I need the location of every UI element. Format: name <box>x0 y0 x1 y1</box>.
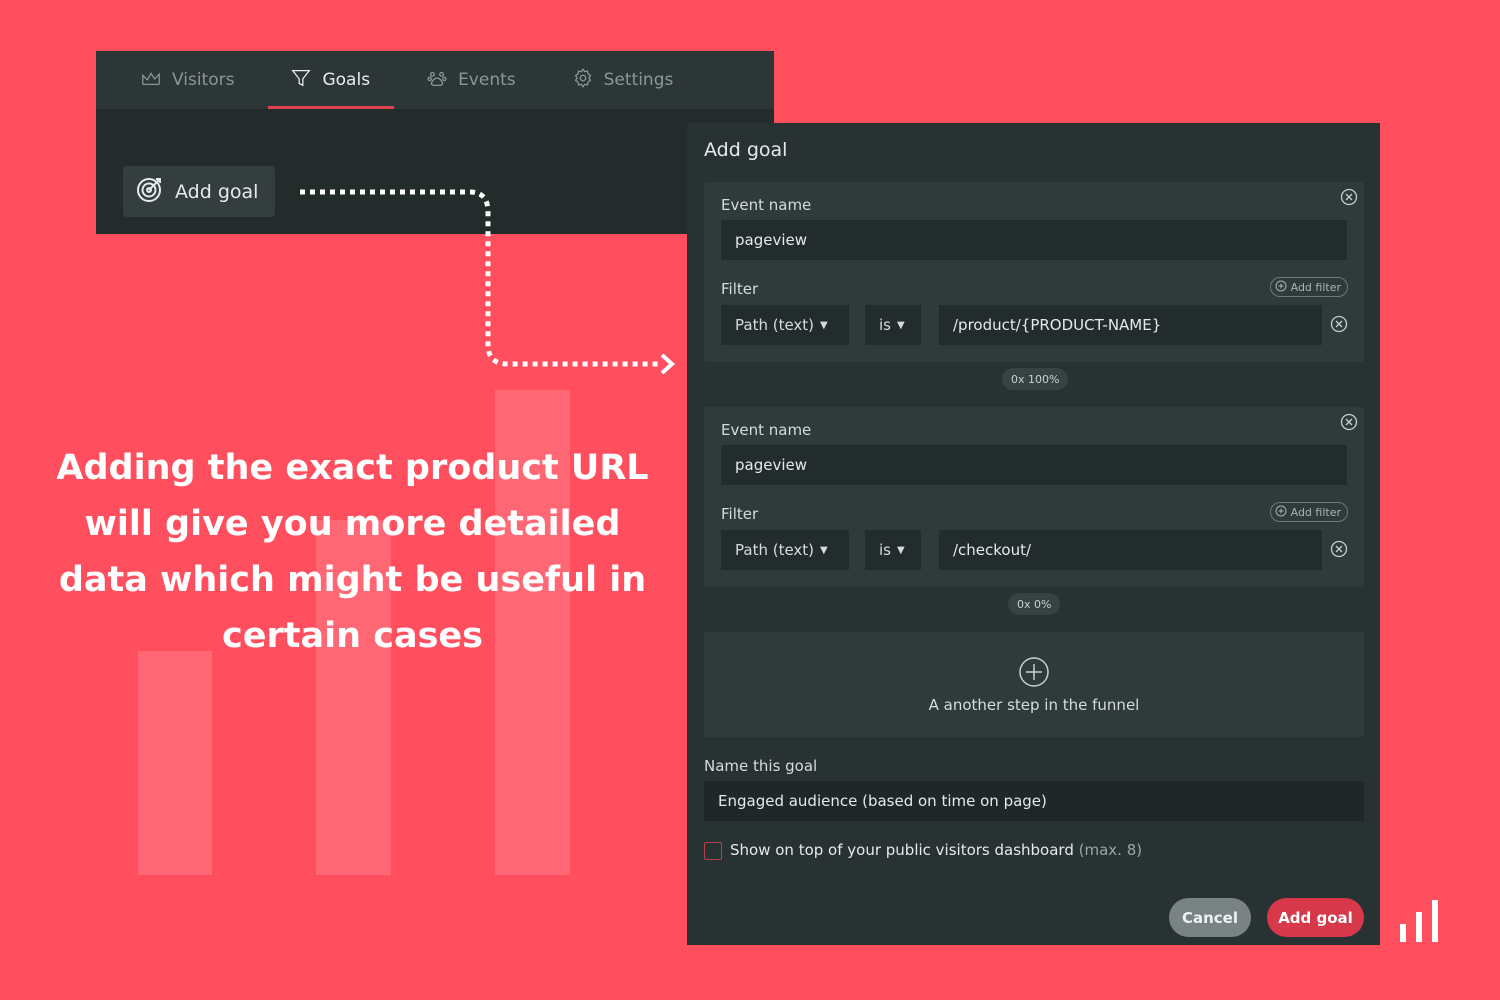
tab-visitors[interactable]: Visitors <box>136 51 256 109</box>
add-funnel-step-button[interactable]: A another step in the funnel <box>704 632 1364 737</box>
filter-label: Filter <box>721 280 759 298</box>
tab-bar: Visitors Goals Events Settings <box>96 51 774 109</box>
filter-field-select[interactable]: Path (text) ▼ <box>721 305 849 345</box>
conversion-badge-1: 0x 100% <box>1002 368 1069 390</box>
tab-events[interactable]: Events <box>422 51 538 109</box>
caret-down-icon: ▼ <box>896 319 905 331</box>
event-name-label: Event name <box>721 196 812 214</box>
caption-text: Adding the exact product URL will give y… <box>56 448 649 656</box>
add-funnel-step-label: A another step in the funnel <box>928 696 1140 714</box>
modal-title: Add goal <box>704 139 788 161</box>
filter-value-input[interactable]: /checkout/ <box>939 530 1322 570</box>
remove-step-icon[interactable] <box>1340 188 1358 206</box>
remove-filter-icon[interactable] <box>1330 540 1348 558</box>
gear-icon <box>572 67 594 94</box>
caret-down-icon: ▼ <box>820 544 828 556</box>
tab-settings-label: Settings <box>603 70 674 90</box>
filter-field-value: Path (text) <box>735 541 815 559</box>
funnel-step-2: Event name pageview Filter Add filter Pa… <box>704 407 1364 587</box>
funnel-icon <box>290 67 312 94</box>
show-on-top-label: Show on top of your public visitors dash… <box>730 841 1142 859</box>
submit-add-goal-button[interactable]: Add goal <box>1267 898 1364 937</box>
mountain-chart-icon <box>140 67 162 94</box>
event-name-input[interactable]: pageview <box>721 445 1347 485</box>
filter-operator-value: is <box>879 541 891 559</box>
target-icon <box>135 174 165 209</box>
show-on-top-checkbox[interactable] <box>704 842 722 860</box>
add-goal-button-label: Add goal <box>175 180 259 203</box>
filter-field-select[interactable]: Path (text) ▼ <box>721 530 849 570</box>
add-filter-label: Add filter <box>1290 505 1341 519</box>
tab-visitors-label: Visitors <box>172 70 235 90</box>
filter-operator-value: is <box>879 316 891 334</box>
funnel-step-1: Event name pageview Filter Add filter Pa… <box>704 182 1364 362</box>
filter-field-value: Path (text) <box>735 316 815 334</box>
add-filter-button[interactable]: Add filter <box>1269 277 1348 297</box>
cancel-button[interactable]: Cancel <box>1169 898 1251 937</box>
caret-down-icon: ▼ <box>820 319 828 331</box>
goals-nav-panel: Visitors Goals Events Settings Add goal <box>96 51 774 234</box>
filter-label: Filter <box>721 505 759 523</box>
tab-goals[interactable]: Goals <box>268 51 394 109</box>
filter-operator-select[interactable]: is ▼ <box>865 530 921 570</box>
plus-circle-icon <box>1275 280 1287 295</box>
goal-name-label: Name this goal <box>704 757 818 775</box>
show-on-top-text: Show on top of your public visitors dash… <box>730 841 1074 859</box>
remove-step-icon[interactable] <box>1340 413 1358 431</box>
conversion-badge-2: 0x 0% <box>1008 593 1061 615</box>
add-filter-button[interactable]: Add filter <box>1269 502 1348 522</box>
paw-icon <box>426 67 448 94</box>
add-goal-modal: Add goal Event name pageview Filter Add … <box>687 123 1380 945</box>
tab-events-label: Events <box>458 70 516 90</box>
tab-goals-label: Goals <box>322 70 371 90</box>
caret-down-icon: ▼ <box>896 544 905 556</box>
filter-value-input[interactable]: /product/{PRODUCT-NAME} <box>939 305 1322 345</box>
event-name-input[interactable]: pageview <box>721 220 1347 260</box>
show-on-top-hint: (max. 8) <box>1078 841 1143 859</box>
plus-circle-icon <box>1275 505 1287 520</box>
background-bar-1 <box>138 651 212 875</box>
goal-name-input[interactable]: Engaged audience (based on time on page) <box>704 781 1364 821</box>
event-name-label: Event name <box>721 421 812 439</box>
add-filter-label: Add filter <box>1290 280 1341 294</box>
add-goal-button[interactable]: Add goal <box>123 166 275 217</box>
filter-operator-select[interactable]: is ▼ <box>865 305 921 345</box>
remove-filter-icon[interactable] <box>1330 315 1348 333</box>
brand-logo-icon <box>1400 900 1438 942</box>
tab-settings[interactable]: Settings <box>568 51 696 109</box>
